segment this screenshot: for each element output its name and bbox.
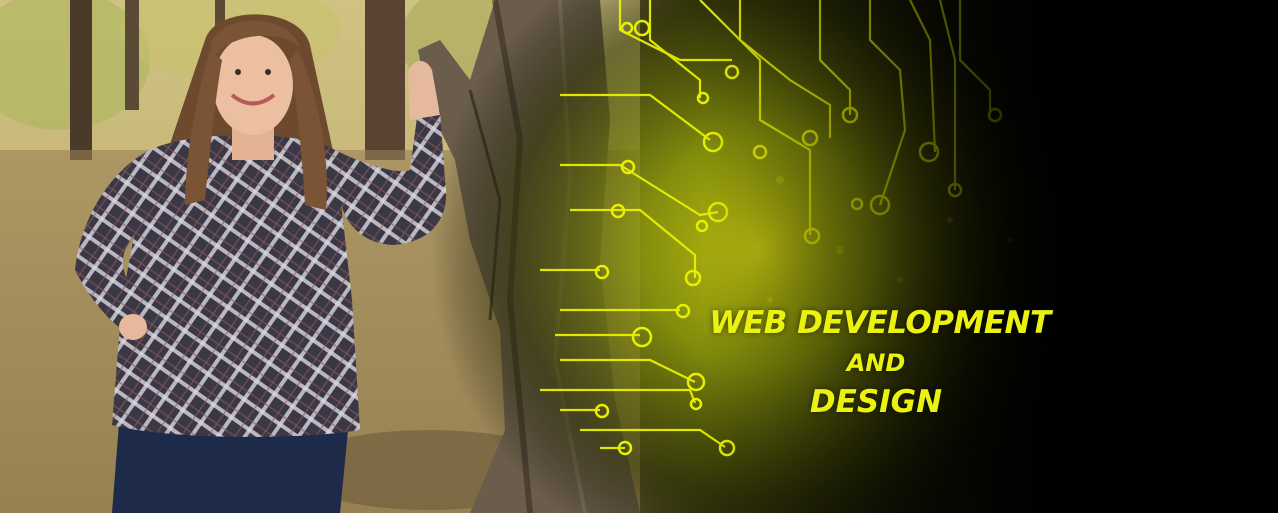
hero-banner: WEB DEVELOPMENT AND DESIGN [0,0,1278,513]
headline: WEB DEVELOPMENT AND DESIGN [700,308,1060,418]
headline-line-2: AND [846,349,906,377]
headline-line-3: DESIGN [809,384,943,420]
face [213,35,293,135]
headline-line-1: WEB DEVELOPMENT [709,305,1051,341]
hero-photo [0,0,1278,513]
